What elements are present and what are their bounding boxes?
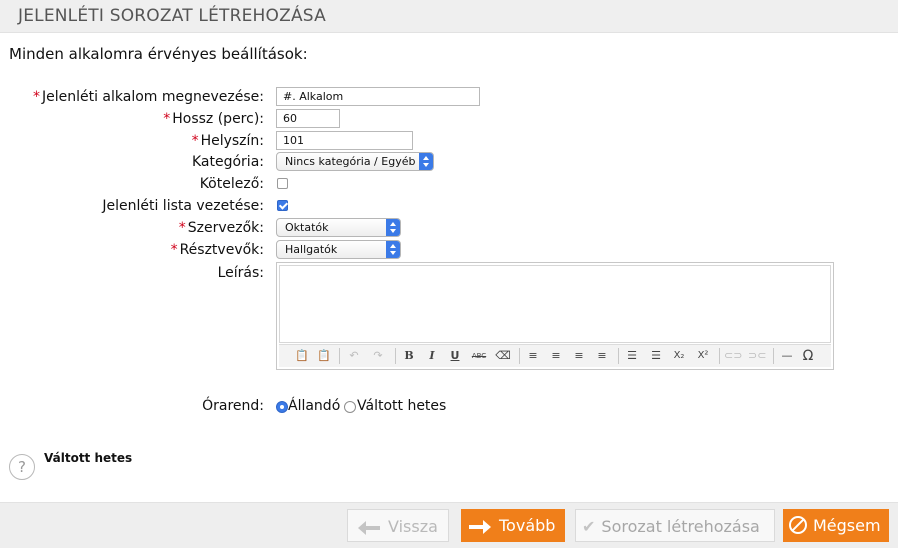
numbered-list-icon[interactable]: ☰: [647, 348, 665, 364]
special-char-icon[interactable]: Ω: [799, 348, 817, 364]
participants-label: * Résztvevők:: [170, 242, 264, 258]
link-icon[interactable]: ⊂⊃: [724, 348, 742, 364]
attendance-list-checkbox[interactable]: [277, 200, 288, 211]
form-row-location: * Helyszín: 101: [0, 131, 898, 153]
ban-icon: [789, 516, 807, 534]
create-series-button[interactable]: ✔ Sorozat létrehozása: [575, 509, 775, 542]
align-center-icon[interactable]: ≡: [547, 348, 565, 364]
strikethrough-icon[interactable]: ABC: [470, 348, 488, 364]
help-title: Váltott hetes: [44, 451, 133, 465]
toolbar-separator: [395, 348, 396, 364]
arrow-left-icon: [358, 520, 380, 535]
select-arrows-icon: [386, 241, 400, 258]
bold-icon[interactable]: B: [400, 348, 418, 364]
required-mark: *: [178, 220, 186, 236]
underline-icon[interactable]: U: [446, 348, 464, 364]
back-button[interactable]: Vissza: [347, 509, 449, 542]
location-input[interactable]: 101: [276, 131, 413, 150]
schedule-option-fixed-label[interactable]: Állandó: [288, 398, 340, 414]
editor-toolbar: 📋 📋 ↶ ↷ B I U ABC ⌫ ≡ ≡ ≡ ≡ ☰ ☰ X₂ X² ⊂⊃…: [279, 344, 831, 367]
category-select-value: Nincs kategória / Egyéb: [285, 155, 416, 168]
toolbar-separator: [719, 348, 720, 364]
form-row-mandatory: Kötelező:: [0, 174, 898, 196]
toolbar-separator: [339, 348, 340, 364]
horizontal-rule-icon[interactable]: —: [778, 348, 796, 364]
organizers-select[interactable]: Oktatók: [276, 218, 401, 237]
arrow-right-icon: [469, 519, 491, 534]
italic-icon[interactable]: I: [423, 348, 441, 364]
schedule-label: Órarend:: [202, 398, 264, 414]
required-mark: *: [170, 242, 178, 258]
required-mark: *: [191, 133, 199, 149]
description-label: Leírás:: [217, 265, 264, 281]
organizers-label: * Szervezők:: [178, 220, 264, 236]
remove-format-icon[interactable]: ⌫: [494, 348, 512, 364]
participants-select-value: Hallgatók: [285, 243, 338, 256]
schedule-radio-alternating[interactable]: [344, 401, 356, 413]
required-mark: *: [32, 89, 40, 105]
form-row-participants: * Résztvevők: Hallgatók: [0, 240, 898, 262]
form-row-schedule: Órarend: Állandó Váltott hetes: [0, 397, 898, 419]
name-input[interactable]: #. Alkalom: [276, 87, 480, 106]
form-row-duration: * Hossz (perc): 60: [0, 109, 898, 131]
form-row-attendance-list: Jelenléti lista vezetése:: [0, 196, 898, 218]
select-arrows-icon: [419, 153, 433, 170]
page-header: JELENLÉTI SOROZAT LÉTREHOZÁSA: [0, 0, 898, 33]
paste-text-icon[interactable]: 📋: [293, 348, 311, 364]
duration-input[interactable]: 60: [276, 109, 340, 128]
checkmark-icon: ✔: [582, 517, 596, 536]
attendance-list-label: Jelenléti lista vezetése:: [102, 198, 264, 214]
unlink-icon[interactable]: ⊃⊂: [748, 348, 766, 364]
form-row-organizers: * Szervezők: Oktatók: [0, 218, 898, 240]
duration-label: * Hossz (perc):: [163, 111, 264, 127]
toolbar-separator: [519, 348, 520, 364]
align-left-icon[interactable]: ≡: [524, 348, 542, 364]
participants-select[interactable]: Hallgatók: [276, 240, 401, 259]
toolbar-separator: [773, 348, 774, 364]
mandatory-checkbox[interactable]: [277, 178, 288, 189]
schedule-radio-fixed[interactable]: [276, 401, 288, 413]
select-arrows-icon: [386, 219, 400, 236]
mandatory-label: Kötelező:: [199, 176, 264, 192]
align-justify-icon[interactable]: ≡: [593, 348, 611, 364]
description-textarea[interactable]: [279, 265, 831, 343]
redo-icon[interactable]: ↷: [369, 348, 387, 364]
description-editor: 📋 📋 ↶ ↷ B I U ABC ⌫ ≡ ≡ ≡ ≡ ☰ ☰ X₂ X² ⊂⊃…: [276, 262, 834, 370]
form-row-name: * Jelenléti alkalom megnevezése: #. Alkal…: [0, 87, 898, 109]
bullet-list-icon[interactable]: ☰: [623, 348, 641, 364]
subscript-icon[interactable]: X₂: [670, 348, 688, 364]
paste-word-icon[interactable]: 📋: [315, 348, 333, 364]
align-right-icon[interactable]: ≡: [570, 348, 588, 364]
section-subtitle: Minden alkalomra érvényes beállítások:: [9, 45, 308, 63]
category-label: Kategória:: [191, 154, 264, 170]
form-row-category: Kategória: Nincs kategória / Egyéb: [0, 152, 898, 174]
undo-icon[interactable]: ↶: [345, 348, 363, 364]
footer-bar: Vissza Tovább ✔ Sorozat létrehozása Mégse…: [0, 502, 898, 548]
required-mark: *: [163, 111, 171, 127]
superscript-icon[interactable]: X²: [694, 348, 712, 364]
location-label: * Helyszín:: [191, 133, 264, 149]
category-select[interactable]: Nincs kategória / Egyéb: [276, 152, 434, 171]
cancel-button[interactable]: Mégsem: [783, 509, 889, 542]
toolbar-separator: [618, 348, 619, 364]
next-button[interactable]: Tovább: [461, 509, 565, 542]
schedule-option-alternating-label[interactable]: Váltott hetes: [357, 398, 446, 414]
organizers-select-value: Oktatók: [285, 221, 329, 234]
name-label: * Jelenléti alkalom megnevezése:: [32, 89, 264, 105]
page-title: JELENLÉTI SOROZAT LÉTREHOZÁSA: [18, 6, 326, 26]
help-icon[interactable]: ?: [9, 454, 35, 480]
